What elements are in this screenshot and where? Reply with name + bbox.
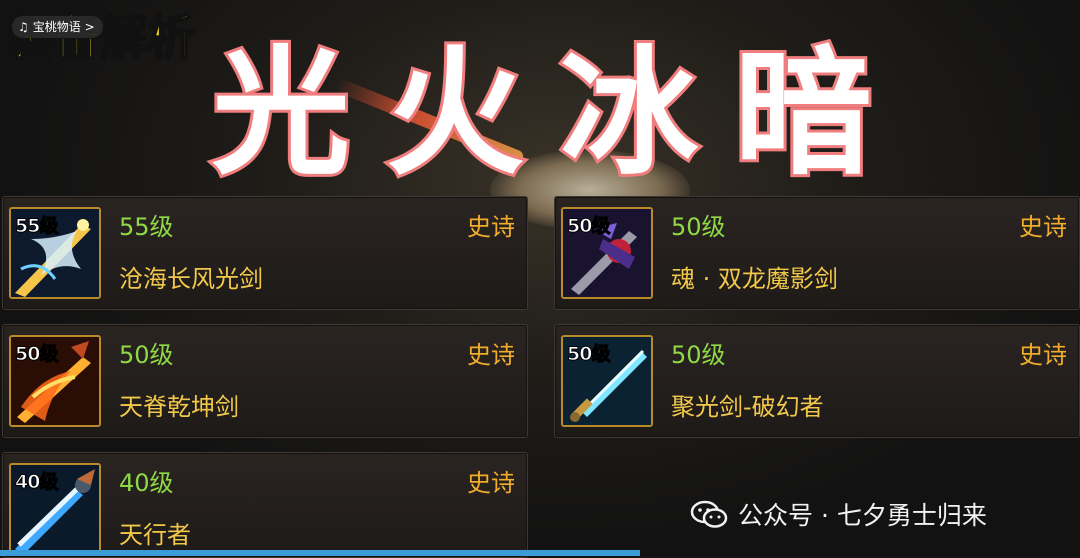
item-name: 聚光剑-破幻者 [671, 393, 824, 421]
item-card[interactable]: 50级 50级 史诗 聚光剑-破幻者 [554, 324, 1080, 438]
item-card[interactable]: 50级 50级 史诗 天脊乾坤剑 [2, 324, 528, 438]
section-tag: 装备解析 ♫ 宝桃物语 > [5, 4, 224, 67]
wechat-icon [690, 500, 728, 528]
item-icon-frame[interactable]: 50级 [561, 207, 653, 299]
music-pill[interactable]: ♫ 宝桃物语 > [12, 16, 103, 38]
icon-level-label: 50级 [14, 343, 58, 366]
item-level: 50级 [671, 213, 726, 241]
item-rarity: 史诗 [1019, 341, 1067, 369]
page-title: 光 火 冰 暗 [209, 33, 875, 194]
progress-strip [0, 550, 640, 556]
item-rarity: 史诗 [467, 469, 515, 497]
title-char: 暗 [731, 33, 875, 194]
item-icon-frame[interactable]: 40级 [9, 463, 101, 555]
item-icon-frame[interactable]: 50级 [561, 335, 653, 427]
title-char: 冰 [557, 33, 701, 194]
item-icon-frame[interactable]: 55级 [9, 207, 101, 299]
watermark-text: 公众号 · 七夕勇士归来 [738, 501, 987, 530]
item-icon-frame[interactable]: 50级 [9, 335, 101, 427]
account-watermark: 公众号 · 七夕勇士归来 [690, 494, 987, 534]
music-note-icon: ♫ [18, 20, 29, 34]
item-level: 50级 [671, 341, 726, 369]
icon-level-label: 50级 [566, 215, 610, 238]
item-rarity: 史诗 [1019, 213, 1067, 241]
icon-level-label: 40级 [14, 471, 58, 494]
music-pill-label: 宝桃物语 > [32, 20, 95, 34]
item-card[interactable]: 55级 55级 史诗 沧海长风光剑 [2, 196, 528, 310]
item-name: 天脊乾坤剑 [119, 393, 239, 421]
title-char: 火 [383, 33, 527, 194]
item-card[interactable]: 40级 40级 史诗 天行者 [2, 452, 528, 558]
item-rarity: 史诗 [467, 213, 515, 241]
item-level: 50级 [119, 341, 174, 369]
icon-level-label: 55级 [14, 215, 58, 238]
item-name: 天行者 [119, 521, 191, 549]
item-rarity: 史诗 [467, 341, 515, 369]
item-name: 魂 · 双龙魔影剑 [671, 265, 838, 293]
item-name: 沧海长风光剑 [119, 265, 263, 293]
icon-level-label: 50级 [566, 343, 610, 366]
item-level: 55级 [119, 213, 174, 241]
title-char: 光 [209, 33, 353, 194]
item-level: 40级 [119, 469, 174, 497]
item-card[interactable]: 50级 50级 史诗 魂 · 双龙魔影剑 [554, 196, 1080, 310]
